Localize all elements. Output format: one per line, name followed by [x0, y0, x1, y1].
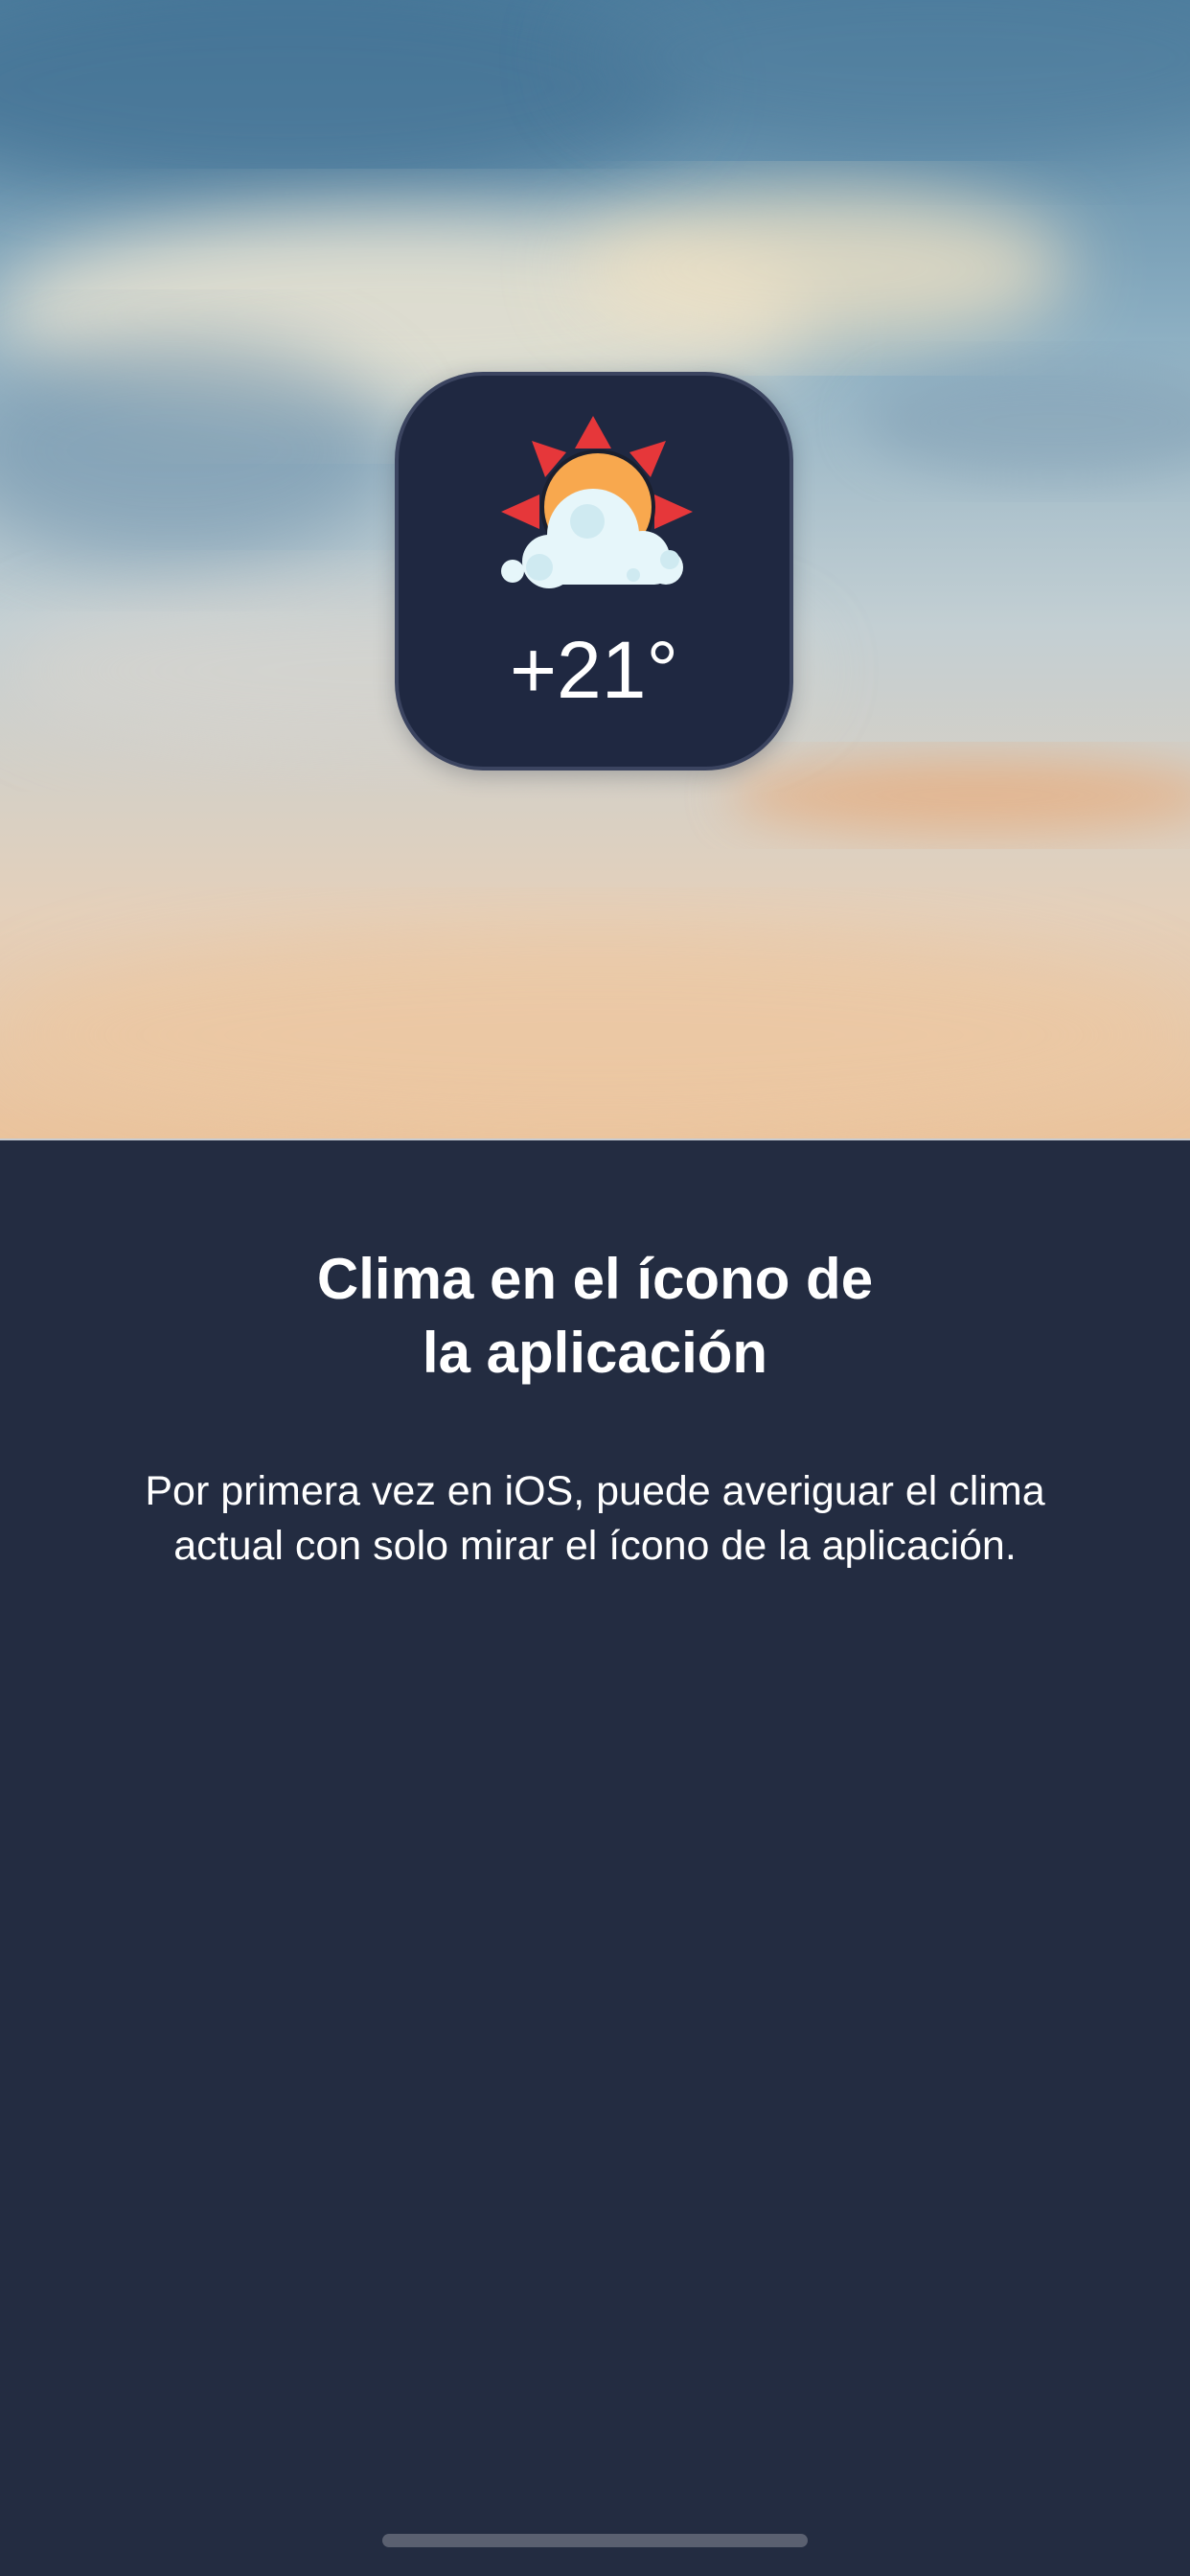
temperature-label: +21°	[509, 625, 679, 715]
onboarding-screen: +21° Clima en el ícono de la aplicación …	[0, 0, 1190, 2576]
onboarding-description: Por primera vez en iOS, puede averiguar …	[57, 1464, 1133, 1574]
hero-illustration: +21°	[0, 0, 1190, 1140]
home-indicator[interactable]	[382, 2534, 808, 2547]
app-icon-preview: +21°	[395, 372, 793, 770]
title-line-2: la aplicación	[422, 1321, 768, 1385]
description-line-2: actual con solo mirar el ícono de la apl…	[173, 1523, 1017, 1569]
partly-cloudy-sun-icon	[501, 416, 693, 588]
description-line-1: Por primera vez en iOS, puede averiguar …	[145, 1468, 1045, 1514]
onboarding-title: Clima en el ícono de la aplicación	[172, 1242, 1018, 1390]
title-line-1: Clima en el ícono de	[316, 1247, 874, 1311]
